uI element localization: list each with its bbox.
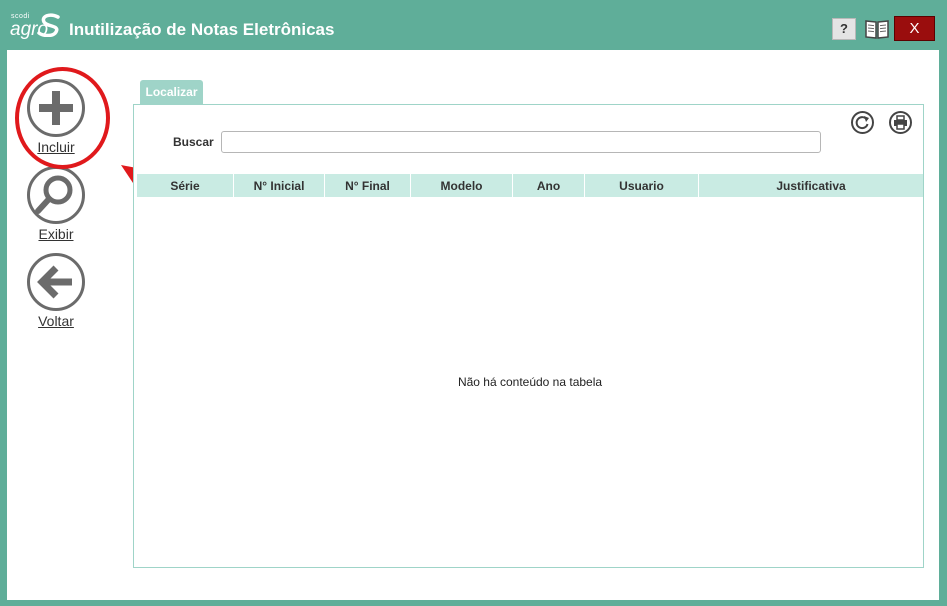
view-label: Exibir <box>38 226 74 242</box>
column-header-justificativa[interactable]: Justificativa <box>699 174 923 197</box>
column-header-modelo[interactable]: Modelo <box>411 174 513 197</box>
print-icon <box>894 115 907 130</box>
scodi-agro-logo: scodi agro <box>10 13 62 43</box>
window-title: Inutilização de Notas Eletrônicas <box>69 20 335 39</box>
back-button[interactable]: Voltar <box>26 253 86 330</box>
manual-book-button[interactable] <box>864 17 890 41</box>
help-button[interactable]: ? <box>832 18 856 40</box>
search-label: Buscar <box>173 135 214 149</box>
title-bar: scodi agro Inutilização de Notas Eletrôn… <box>0 0 947 50</box>
refresh-icon <box>855 116 869 130</box>
search-input[interactable] <box>221 131 821 153</box>
print-button[interactable] <box>889 111 912 134</box>
logo-swoosh-icon <box>37 13 60 37</box>
back-arrow-icon <box>37 265 72 299</box>
back-label: Voltar <box>38 313 74 329</box>
close-button[interactable]: X <box>894 16 935 41</box>
column-header-ano[interactable]: Ano <box>513 174 585 197</box>
book-icon <box>865 20 889 39</box>
magnifier-icon <box>35 175 73 214</box>
tab-localizar[interactable]: Localizar <box>140 80 203 104</box>
column-header-serie[interactable]: Série <box>137 174 234 197</box>
highlight-ring <box>15 67 110 169</box>
table-header: Série N° Inicial N° Final Modelo Ano Usu… <box>137 174 923 197</box>
empty-table-message: Não há conteúdo na tabela <box>457 375 603 389</box>
column-header-numero-final[interactable]: N° Final <box>325 174 411 197</box>
view-button[interactable]: Exibir <box>26 166 86 243</box>
refresh-button[interactable] <box>851 111 874 134</box>
column-header-numero-inicial[interactable]: N° Inicial <box>234 174 325 197</box>
column-header-usuario[interactable]: Usuario <box>585 174 699 197</box>
